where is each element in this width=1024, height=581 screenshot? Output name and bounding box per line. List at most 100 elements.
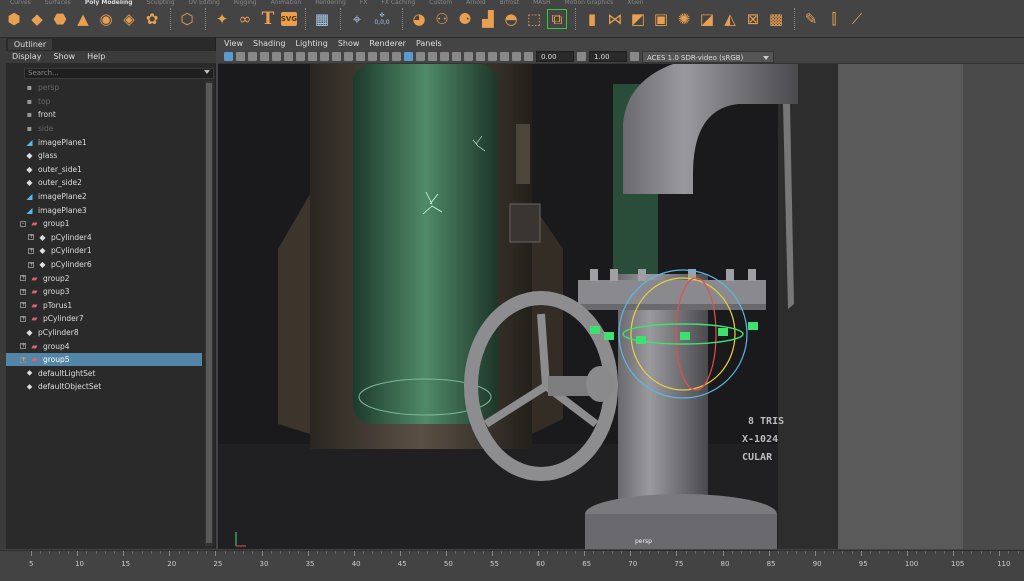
- bridge-icon[interactable]: ⋈: [605, 9, 625, 29]
- outliner-item[interactable]: ◢ imagePlane2: [6, 190, 202, 204]
- uv-readout-icon[interactable]: ✜ 0,0,0: [370, 9, 394, 29]
- outliner-item[interactable]: ⬥ defaultObjectSet: [6, 380, 202, 394]
- outliner-item[interactable]: + ▰ pTorus1: [6, 299, 202, 313]
- isolate-select-icon[interactable]: [476, 52, 485, 61]
- outliner-item[interactable]: ◆ outer_side1: [6, 163, 202, 177]
- cylinder-icon[interactable]: ⬣: [50, 9, 70, 29]
- wireframe-on-shaded-icon[interactable]: [380, 52, 389, 61]
- outliner-item[interactable]: + ▰ group4: [6, 339, 202, 353]
- exposure-icon[interactable]: [524, 52, 533, 61]
- field-chart-icon[interactable]: [308, 52, 317, 61]
- outliner-item[interactable]: ◆ outer_side2: [6, 176, 202, 190]
- smooth-shade-icon[interactable]: [368, 52, 377, 61]
- multi-cut-icon[interactable]: ✎: [801, 9, 821, 29]
- outliner-item[interactable]: + ◆ pCylinder4: [6, 231, 202, 245]
- fill-hole-icon[interactable]: ▣: [651, 9, 671, 29]
- color-space-select[interactable]: ACES 1.0 SDR-video (sRGB): [642, 50, 774, 63]
- outliner-item[interactable]: ▪ persp: [6, 81, 202, 95]
- scrollbar-thumb[interactable]: [206, 83, 212, 543]
- outliner-item[interactable]: - ▰ group1: [6, 217, 202, 231]
- outliner-item[interactable]: ◆ glass: [6, 149, 202, 163]
- reduce-icon[interactable]: ⬚: [524, 9, 544, 29]
- calculator-icon[interactable]: ▦: [312, 9, 332, 29]
- merge-icon[interactable]: ✺: [674, 9, 694, 29]
- super-shape-icon[interactable]: ✦: [212, 9, 232, 29]
- bevel-icon[interactable]: ◩: [628, 9, 648, 29]
- depth-of-field-icon[interactable]: [464, 52, 473, 61]
- expander-icon[interactable]: +: [20, 275, 26, 282]
- platonic-icon[interactable]: ⬡: [177, 9, 197, 29]
- mirror-icon[interactable]: ⧉: [547, 9, 567, 29]
- edge-loop-icon[interactable]: ⫿: [824, 9, 844, 29]
- outliner-item[interactable]: + ▰ pCylinder7: [6, 312, 202, 326]
- safe-title-icon[interactable]: [332, 52, 341, 61]
- outliner-item[interactable]: + ◆ pCylinder6: [6, 258, 202, 272]
- combine-icon[interactable]: ◕: [409, 9, 429, 29]
- ambient-occlusion-icon[interactable]: [428, 52, 437, 61]
- gate-mask-icon[interactable]: [296, 52, 305, 61]
- svg-icon[interactable]: SVG: [281, 12, 297, 26]
- menu-lighting[interactable]: Lighting: [295, 38, 327, 50]
- menu-show[interactable]: Show: [338, 38, 360, 50]
- outliner-item[interactable]: + ▰ group3: [6, 285, 202, 299]
- booleans-icon[interactable]: ▟: [478, 9, 498, 29]
- expander-icon[interactable]: +: [28, 234, 34, 241]
- outliner-scrollbar[interactable]: [205, 81, 213, 546]
- expander-icon[interactable]: +: [28, 247, 34, 254]
- outliner-item[interactable]: + ▰ group2: [6, 271, 202, 285]
- menu-display[interactable]: Display: [12, 51, 42, 63]
- wedge-icon[interactable]: ◭: [720, 9, 740, 29]
- menu-show[interactable]: Show: [54, 51, 76, 63]
- resolution-gate-icon[interactable]: [284, 52, 293, 61]
- extrude-icon[interactable]: ▮: [582, 9, 602, 29]
- color-management-icon[interactable]: [630, 52, 639, 61]
- menu-shading[interactable]: Shading: [253, 38, 286, 50]
- outliner-item[interactable]: + ◆ pCylinder1: [6, 244, 202, 258]
- outliner-item[interactable]: ⬥ defaultLightSet: [6, 366, 202, 380]
- film-gate-icon[interactable]: [272, 52, 281, 61]
- gamma-field[interactable]: 1.00: [589, 51, 627, 62]
- disc-icon[interactable]: ✿: [142, 9, 162, 29]
- sweep-icon[interactable]: ∞: [235, 9, 255, 29]
- separate-icon[interactable]: ⚇: [432, 9, 452, 29]
- expander-icon[interactable]: +: [20, 356, 26, 363]
- torus-icon[interactable]: ◉: [96, 9, 116, 29]
- expander-icon[interactable]: +: [20, 288, 26, 295]
- xray-components-icon[interactable]: [512, 52, 521, 61]
- poke-icon[interactable]: ◪: [697, 9, 717, 29]
- outliner-item[interactable]: ▪ front: [6, 108, 202, 122]
- select-camera-icon[interactable]: [224, 52, 233, 61]
- sphere-icon[interactable]: ⬢: [4, 9, 24, 29]
- lights-icon[interactable]: [404, 52, 413, 61]
- bookmark-icon[interactable]: [248, 52, 257, 61]
- exposure-field[interactable]: 0.00: [536, 51, 574, 62]
- target-weld-icon[interactable]: ⟋: [847, 9, 867, 29]
- extract-icon[interactable]: ⚈: [455, 9, 475, 29]
- motion-blur-icon[interactable]: [440, 52, 449, 61]
- shadows-icon[interactable]: [416, 52, 425, 61]
- anti-aliasing-icon[interactable]: [452, 52, 461, 61]
- outliner-item[interactable]: + ▰ group5: [6, 352, 202, 367]
- menu-renderer[interactable]: Renderer: [369, 38, 406, 50]
- menu-panels[interactable]: Panels: [416, 38, 442, 50]
- smooth-icon[interactable]: ◓: [501, 9, 521, 29]
- xray-joints-icon[interactable]: [500, 52, 509, 61]
- outliner-tab[interactable]: Outliner: [8, 39, 52, 50]
- outliner-item[interactable]: ▪ side: [6, 122, 202, 136]
- menu-help[interactable]: Help: [87, 51, 105, 63]
- camera-attributes-icon[interactable]: [236, 52, 245, 61]
- type-icon[interactable]: T: [258, 9, 278, 29]
- chamfer-icon[interactable]: ▩: [766, 9, 786, 29]
- cone-icon[interactable]: ▲: [73, 9, 93, 29]
- safe-action-icon[interactable]: [320, 52, 329, 61]
- expander-icon[interactable]: +: [20, 343, 26, 350]
- viewport-scene[interactable]: 8 TRIS X-1024 CULAR persp: [218, 64, 1024, 549]
- outliner-search-input[interactable]: Search...: [24, 68, 214, 79]
- measure-icon[interactable]: ⌖: [347, 9, 367, 29]
- cube-icon[interactable]: ◆: [27, 9, 47, 29]
- menu-view[interactable]: View: [224, 38, 243, 50]
- expander-icon[interactable]: +: [28, 261, 34, 268]
- outliner-item[interactable]: ◢ imagePlane1: [6, 135, 202, 149]
- textured-icon[interactable]: [392, 52, 401, 61]
- gamma-icon[interactable]: [577, 52, 586, 61]
